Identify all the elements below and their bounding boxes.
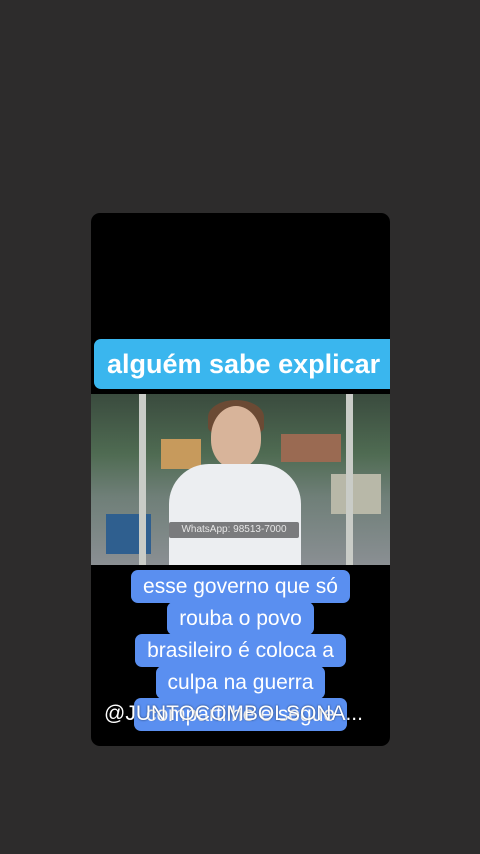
caption-line: rouba o povo <box>167 602 314 635</box>
presenter-face <box>211 406 261 468</box>
presenter-body <box>169 464 301 565</box>
window-frame <box>346 394 353 565</box>
window-frame <box>139 394 146 565</box>
video-lower-third: WhatsApp: 98513-7000 <box>169 522 299 538</box>
building <box>331 474 381 514</box>
caption-line: culpa na guerra <box>155 666 326 699</box>
building <box>281 434 341 462</box>
building <box>161 439 201 469</box>
story-card[interactable]: alguém sabe explicar WhatsApp: 98513-700… <box>91 213 390 746</box>
caption-line: esse governo que só <box>131 570 350 603</box>
top-banner-text: alguém sabe explicar <box>94 339 390 389</box>
caption-line: brasileiro é coloca a <box>135 634 346 667</box>
video-frame[interactable]: WhatsApp: 98513-7000 <box>91 394 390 565</box>
account-handle[interactable]: @JUNTOCOMBOLSONA... <box>104 701 380 727</box>
